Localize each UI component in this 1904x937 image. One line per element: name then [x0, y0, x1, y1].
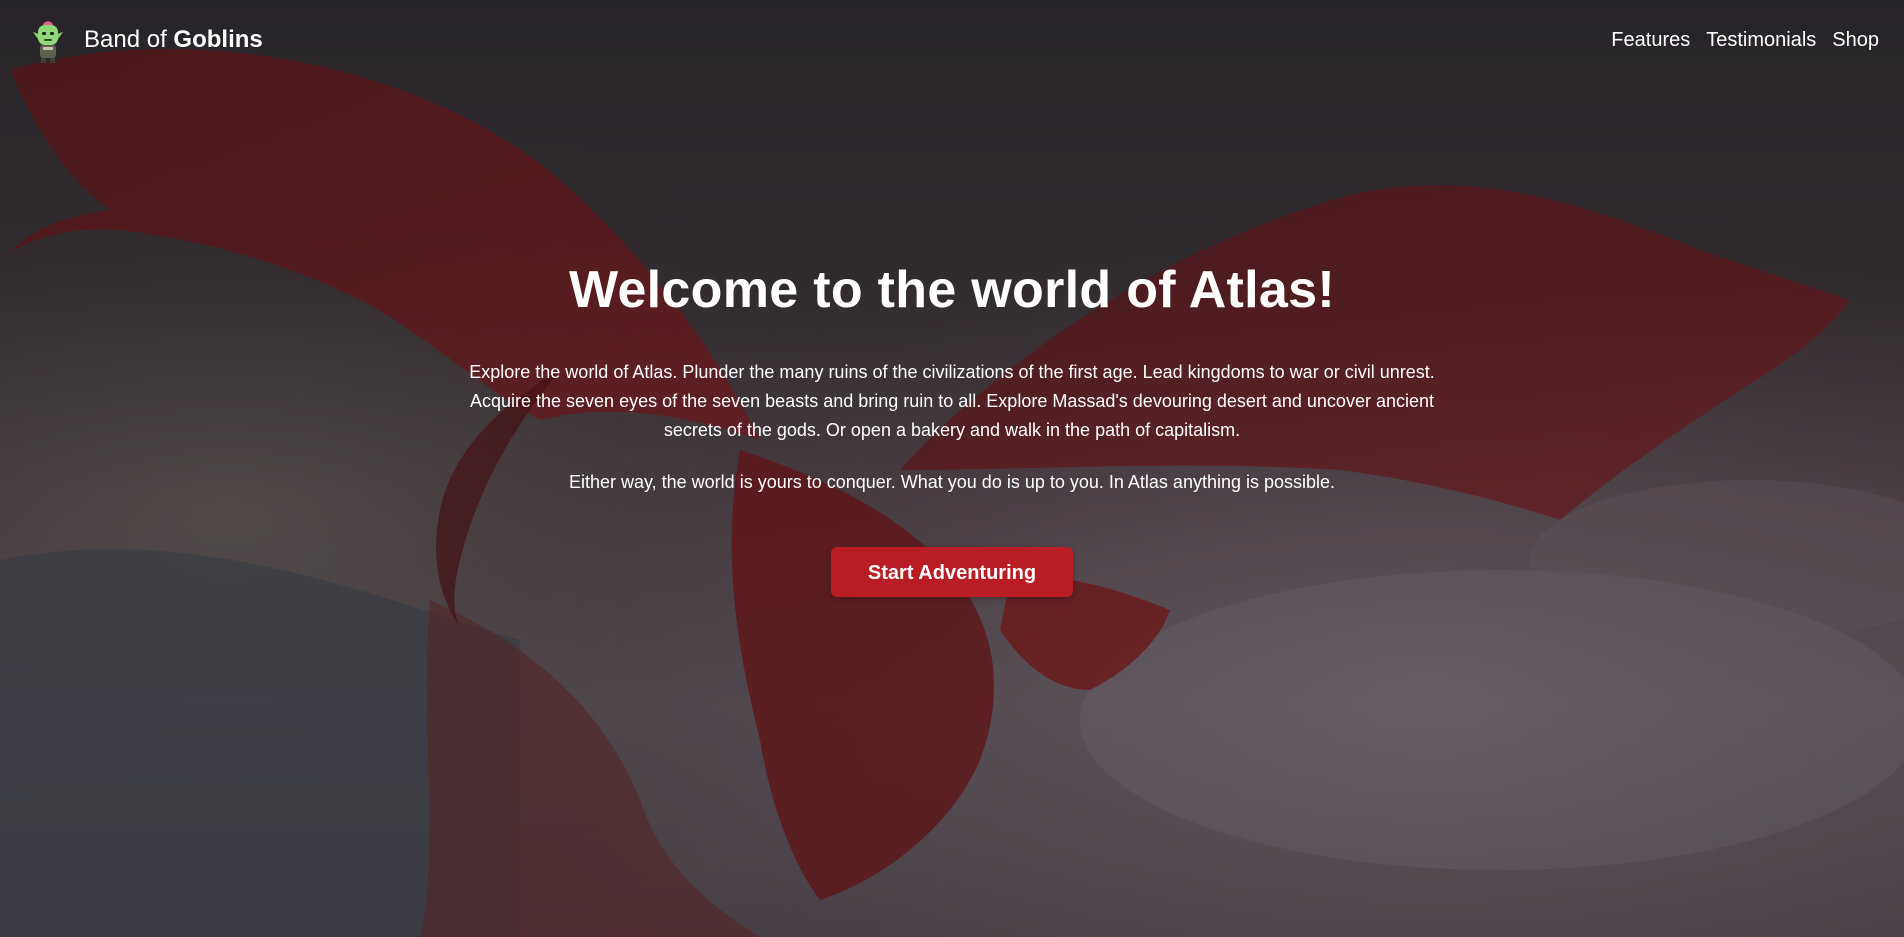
top-navbar: Band of Goblins Features Testimonials Sh…	[0, 0, 1904, 80]
brand-name-bold: Goblins	[173, 26, 263, 53]
nav-links: Features Testimonials Shop	[1611, 26, 1879, 54]
hero-section: Band of Goblins Features Testimonials Sh…	[0, 0, 1904, 937]
hero-content: Welcome to the world of Atlas! Explore t…	[0, 255, 1904, 597]
nav-link-shop[interactable]: Shop	[1832, 26, 1879, 54]
nav-link-testimonials[interactable]: Testimonials	[1706, 26, 1816, 54]
brand-name: Band of Goblins	[84, 25, 263, 55]
nav-link-features[interactable]: Features	[1611, 26, 1690, 54]
brand[interactable]: Band of Goblins	[28, 16, 263, 64]
hero-intro-text: Explore the world of Atlas. Plunder the …	[469, 362, 1435, 440]
brand-name-prefix: Band of	[84, 26, 167, 53]
hero-headline: Welcome to the world of Atlas!	[569, 261, 1335, 319]
start-adventuring-button[interactable]: Start Adventuring	[831, 547, 1073, 597]
hero-tagline: Either way, the world is yours to conque…	[568, 472, 1336, 492]
goblin-icon	[33, 21, 63, 63]
